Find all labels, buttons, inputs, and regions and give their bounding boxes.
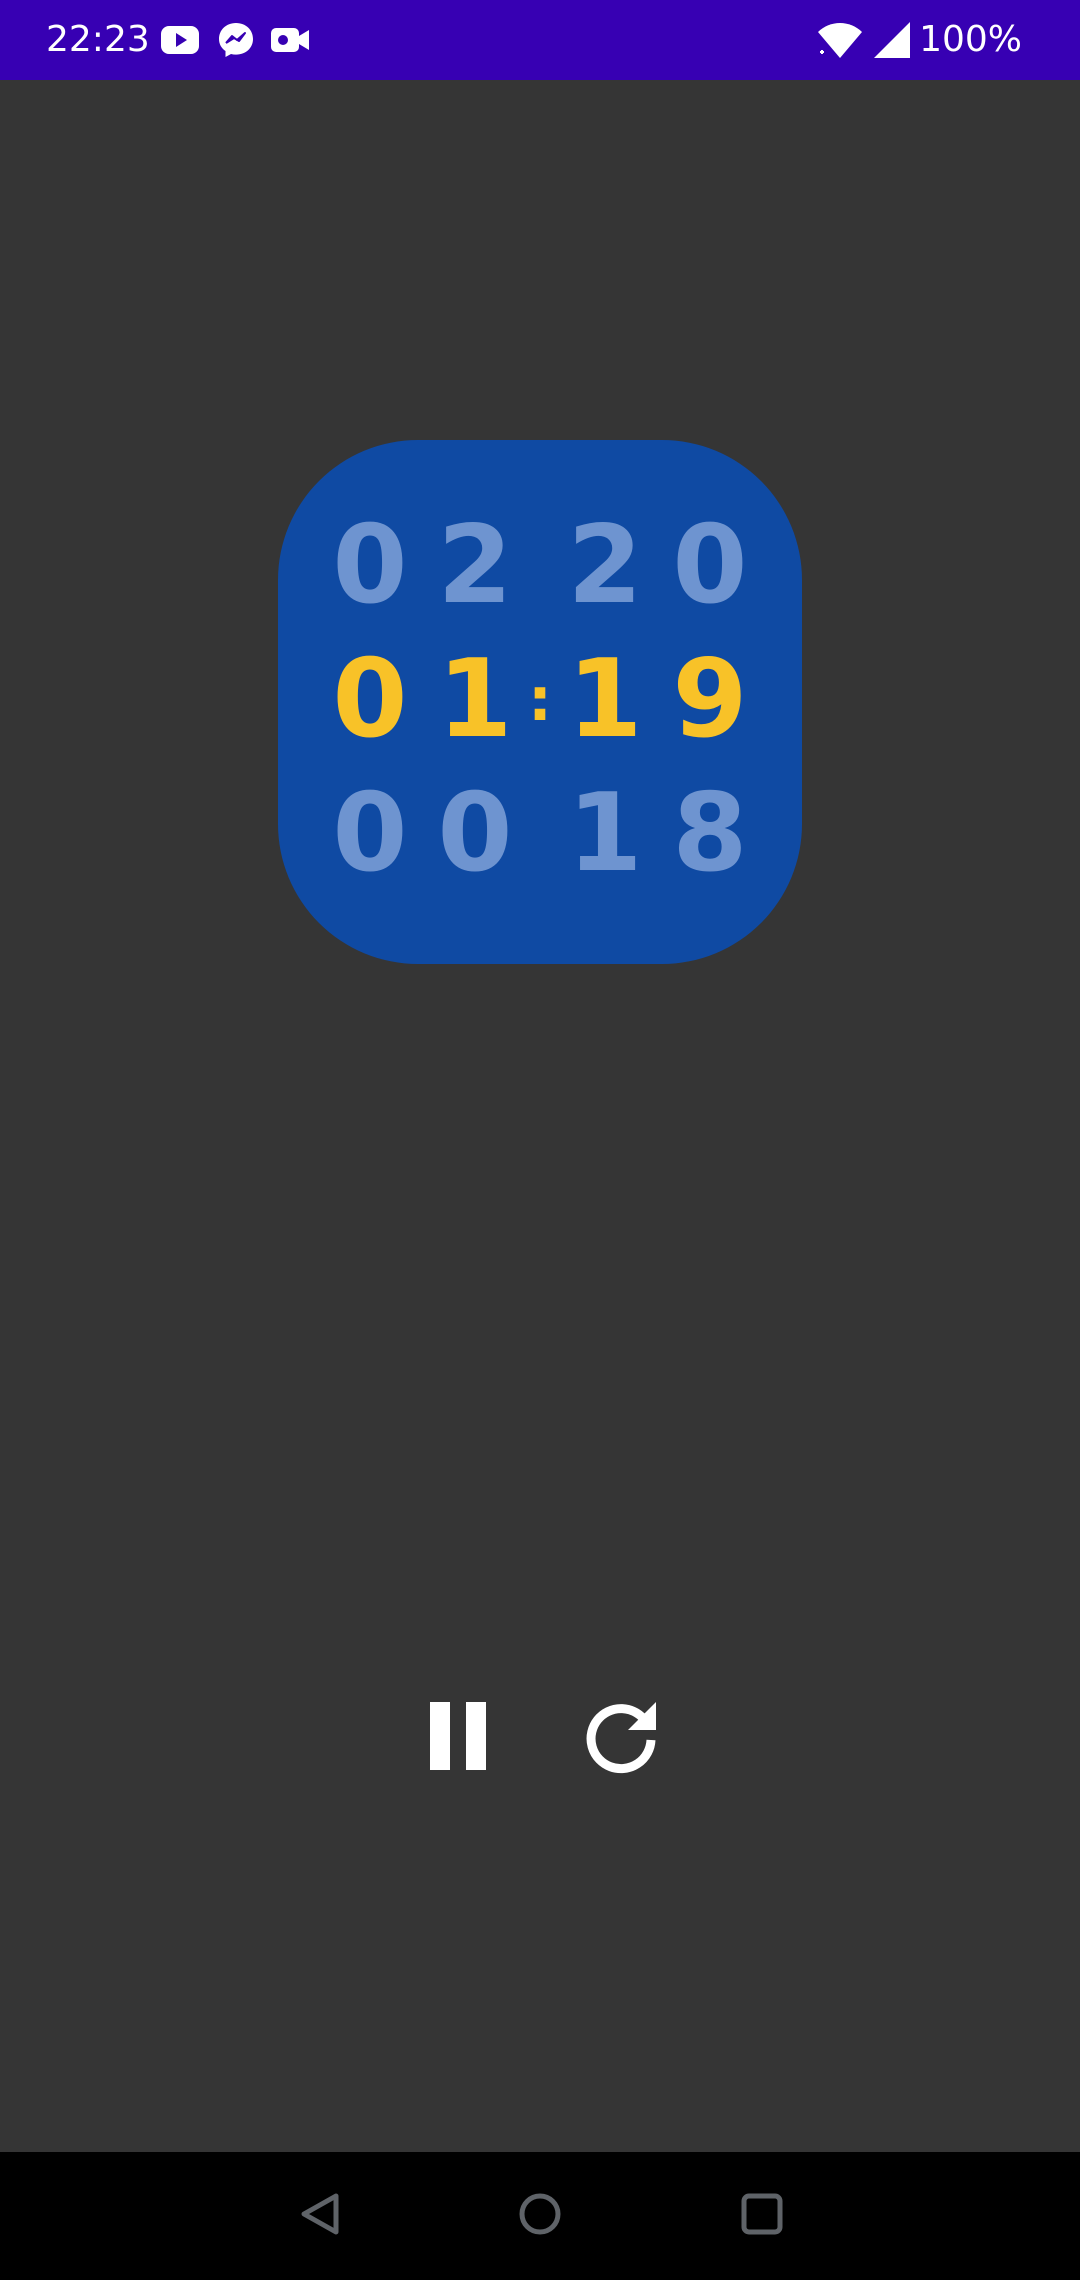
- minute-ones-digit: 1: [437, 637, 513, 762]
- second-ones-digit: 9: [672, 637, 748, 762]
- recents-icon: [738, 2190, 786, 2242]
- previous-minute-tens: 0: [332, 503, 408, 628]
- home-button[interactable]: [500, 2176, 580, 2256]
- pause-icon: [428, 1700, 488, 1776]
- second-tens-digit: 1: [567, 637, 643, 762]
- timer-display[interactable]: 0 2 2 0 0 1 : 1 9 0 0 1 8: [278, 440, 802, 964]
- next-second-ones: 8: [672, 771, 748, 896]
- next-minute-ones: 0: [437, 771, 513, 896]
- home-icon: [516, 2190, 564, 2242]
- previous-second-tens: 2: [567, 503, 643, 628]
- previous-second-ones: 0: [672, 503, 748, 628]
- minute-tens-digit: 0: [332, 637, 408, 762]
- youtube-icon: [160, 20, 200, 60]
- status-time: 22:23: [46, 19, 150, 60]
- recents-button[interactable]: [722, 2176, 802, 2256]
- signal-icon: [872, 20, 912, 60]
- back-icon: [296, 2190, 344, 2242]
- time-separator: :: [528, 665, 552, 735]
- reset-button[interactable]: [572, 1688, 672, 1788]
- next-minute-tens: 0: [332, 771, 408, 896]
- wifi-icon: [816, 20, 864, 60]
- previous-minute-ones: 2: [437, 503, 513, 628]
- messenger-icon: [216, 20, 256, 60]
- back-button[interactable]: [280, 2176, 360, 2256]
- refresh-icon: [582, 1696, 662, 1780]
- video-camera-icon: [270, 20, 310, 60]
- navigation-bar: [0, 2152, 1080, 2280]
- next-second-tens: 1: [567, 771, 643, 896]
- status-bar: 22:23 100%: [0, 0, 1080, 80]
- pause-button[interactable]: [408, 1688, 508, 1788]
- battery-percentage: 100%: [919, 19, 1022, 60]
